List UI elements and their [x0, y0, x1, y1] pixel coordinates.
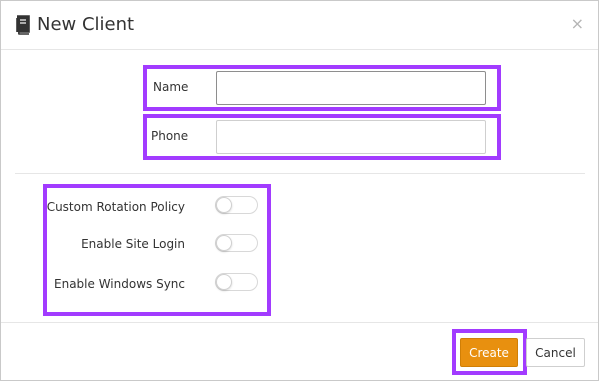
custom-rotation-policy-toggle[interactable]	[215, 196, 258, 214]
enable-site-login-toggle[interactable]	[215, 234, 258, 252]
toggle-knob	[216, 197, 232, 213]
phone-label: Phone	[151, 129, 189, 143]
create-button[interactable]: Create	[460, 338, 518, 367]
cancel-button[interactable]: Cancel	[526, 338, 585, 367]
dialog-title: New Client	[37, 14, 135, 35]
name-input[interactable]	[216, 71, 486, 105]
section-divider	[15, 173, 585, 174]
toggle-knob	[216, 274, 232, 290]
enable-windows-sync-label: Enable Windows Sync	[54, 277, 185, 291]
custom-rotation-policy-label: Custom Rotation Policy	[46, 200, 185, 214]
dialog-header: New Client ×	[1, 1, 598, 50]
enable-site-login-label: Enable Site Login	[81, 237, 185, 251]
phone-input[interactable]	[216, 120, 486, 154]
enable-windows-sync-toggle[interactable]	[215, 273, 258, 291]
new-client-dialog: New Client × Name Phone Custom Rotation …	[0, 0, 599, 381]
name-label: Name	[153, 80, 189, 94]
close-icon[interactable]: ×	[571, 15, 584, 33]
book-icon	[15, 15, 31, 35]
toggle-knob	[216, 235, 232, 251]
